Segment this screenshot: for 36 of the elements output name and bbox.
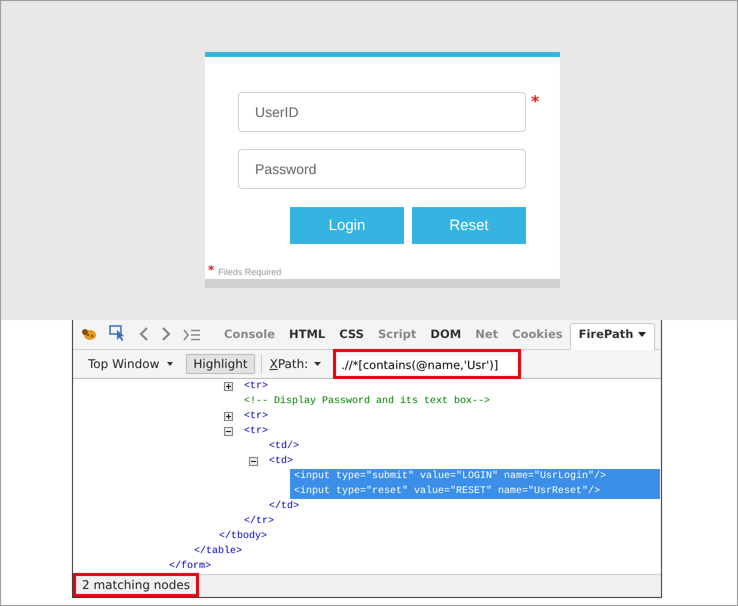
toggle-icon[interactable] [224, 412, 233, 421]
window-menu[interactable]: Top Window [81, 354, 180, 374]
html-tag[interactable]: <tr> [240, 409, 272, 424]
html-tag[interactable]: <td/> [265, 439, 304, 454]
status-text: 2 matching nodes [73, 573, 199, 597]
command-line-icon[interactable] [183, 329, 201, 341]
html-tag: </table> [190, 544, 246, 559]
bug-icon[interactable] [81, 327, 97, 341]
input-field[interactable]: Password [238, 149, 526, 189]
footnote-text: Fileds Required [218, 267, 282, 277]
toggle-icon[interactable] [249, 457, 258, 466]
panel-tab[interactable]: FirePath [570, 323, 656, 350]
caret-icon [167, 362, 174, 366]
highlight-button[interactable]: Highlight [186, 354, 255, 374]
html-tag: </form> [165, 559, 216, 574]
toggle-icon[interactable] [224, 382, 233, 391]
caret-icon [638, 332, 646, 338]
panel-tab[interactable]: DOM [423, 323, 468, 349]
html-comment[interactable]: <!-- Display Password and its text box--> [240, 394, 494, 409]
required-mark: * [531, 94, 540, 110]
caret-icon[interactable] [314, 362, 322, 366]
html-tag[interactable]: <td> [265, 454, 298, 469]
forward-icon[interactable] [161, 327, 171, 341]
html-tag: </tr> [240, 514, 278, 529]
xpath-field[interactable]: .//*[contains(@name,'Usr')] [338, 356, 516, 374]
html-tag[interactable]: <tr> [240, 424, 272, 439]
html-tag: </tbody> [215, 529, 272, 544]
required-mark: * [208, 264, 214, 276]
panel-tab[interactable]: HTML [282, 323, 332, 349]
html-tag[interactable]: <tr> [240, 379, 272, 394]
back-icon[interactable] [139, 327, 149, 341]
xpath-label: XPath: [270, 357, 308, 371]
html-tag: </td> [265, 499, 304, 514]
panel-tab[interactable]: CSS [332, 323, 371, 349]
input-field[interactable]: UserID [238, 92, 526, 132]
toggle-icon[interactable] [224, 427, 233, 436]
